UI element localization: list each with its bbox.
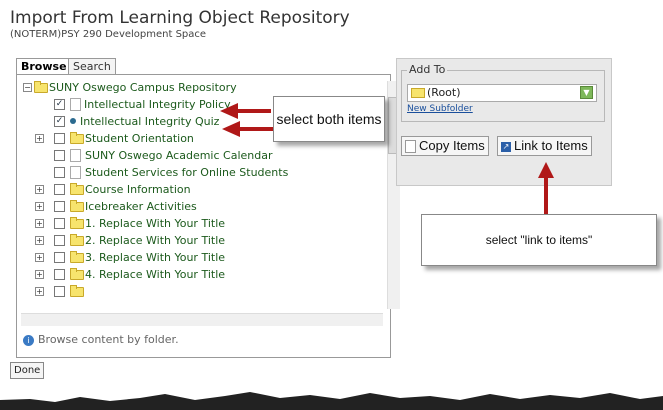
arrow-to-link-button [538, 162, 554, 214]
torn-edge [0, 392, 663, 410]
arrow-to-quiz [222, 121, 273, 137]
done-button[interactable]: Done [10, 362, 45, 379]
arrow-to-policy [220, 103, 271, 119]
annotation-arrows [220, 103, 554, 214]
